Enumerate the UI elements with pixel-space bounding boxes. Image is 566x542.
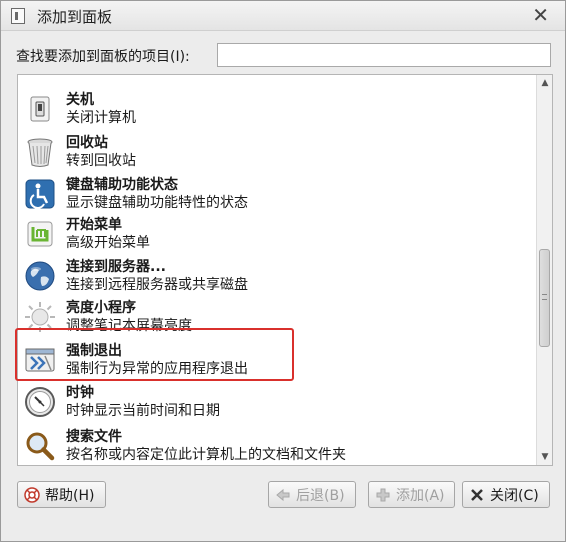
list-item-search-files[interactable]: 搜索文件 按名称或内容定位此计算机上的文档和文件夹 bbox=[18, 425, 536, 465]
add-plus-icon bbox=[376, 488, 390, 501]
search-label: 查找要添加到面板的项目(I): bbox=[16, 49, 190, 65]
item-name: 关机 bbox=[66, 92, 94, 108]
item-desc: 转到回收站 bbox=[66, 153, 136, 169]
item-name: 键盘辅助功能状态 bbox=[66, 177, 178, 193]
window-title: 添加到面板 bbox=[37, 8, 113, 26]
item-desc: 按名称或内容定位此计算机上的文档和文件夹 bbox=[66, 447, 346, 463]
item-desc: 强制行为异常的应用程序退出 bbox=[66, 361, 248, 377]
list-item-shutdown[interactable]: 关机 关闭计算机 bbox=[18, 88, 536, 130]
brightness-icon bbox=[25, 302, 55, 332]
item-name: 时钟 bbox=[66, 385, 94, 401]
list-scrollbar[interactable]: ▲ ▼ bbox=[536, 75, 552, 465]
help-button-label: 帮助(H) bbox=[45, 487, 95, 504]
close-x-icon bbox=[471, 488, 483, 501]
back-arrow-icon bbox=[276, 488, 290, 501]
window-icon bbox=[11, 8, 25, 24]
list-item-brightness-applet[interactable]: 亮度小程序 调整笔记本屏幕亮度 bbox=[18, 296, 536, 338]
item-desc: 连接到远程服务器或共享磁盘 bbox=[66, 277, 248, 293]
item-name: 开始菜单 bbox=[66, 217, 122, 233]
scroll-down-arrow-icon[interactable]: ▼ bbox=[540, 452, 550, 462]
add-button-label: 添加(A) bbox=[396, 487, 445, 504]
scroll-up-arrow-icon[interactable]: ▲ bbox=[540, 78, 550, 88]
help-button[interactable]: 帮助(H) bbox=[17, 481, 106, 508]
clock-icon bbox=[25, 387, 55, 417]
applet-list: 关机 关闭计算机 回收站 转到回收站 键盘辅助功能状态 显示键盘辅助功能特性的状… bbox=[18, 75, 536, 465]
item-desc: 关闭计算机 bbox=[66, 110, 136, 126]
search-input[interactable] bbox=[217, 43, 551, 67]
applet-list-frame: 关机 关闭计算机 回收站 转到回收站 键盘辅助功能状态 显示键盘辅助功能特性的状… bbox=[17, 74, 553, 466]
list-item-force-quit[interactable]: 强制退出 强制行为异常的应用程序退出 bbox=[18, 339, 536, 381]
item-name: 亮度小程序 bbox=[66, 300, 136, 316]
help-lifebuoy-icon bbox=[24, 486, 40, 503]
back-button[interactable]: 后退(B) bbox=[268, 481, 356, 508]
item-desc: 调整笔记本屏幕亮度 bbox=[66, 318, 192, 334]
list-item-keyboard-accessibility[interactable]: 键盘辅助功能状态 显示键盘辅助功能特性的状态 bbox=[18, 173, 536, 215]
item-name: 搜索文件 bbox=[66, 429, 122, 445]
back-button-label: 后退(B) bbox=[296, 487, 345, 504]
accessibility-icon bbox=[25, 179, 55, 209]
network-globe-icon bbox=[25, 261, 55, 291]
list-item-connect-to-server[interactable]: 连接到服务器... 连接到远程服务器或共享磁盘 bbox=[18, 255, 536, 297]
list-item-trash[interactable]: 回收站 转到回收站 bbox=[18, 131, 536, 173]
scrollbar-thumb[interactable] bbox=[539, 249, 550, 347]
trash-icon bbox=[27, 138, 53, 167]
search-icon bbox=[26, 432, 55, 461]
list-item-start-menu[interactable]: 开始菜单 高级开始菜单 bbox=[18, 213, 536, 255]
mint-menu-icon bbox=[27, 221, 53, 247]
item-name: 强制退出 bbox=[66, 343, 122, 359]
close-button-label: 关闭(C) bbox=[490, 487, 539, 504]
shutdown-icon bbox=[30, 96, 50, 122]
item-desc: 时钟显示当前时间和日期 bbox=[66, 403, 220, 419]
add-to-panel-dialog: 添加到面板 ✕ 查找要添加到面板的项目(I): 关机 关闭计算机 回收站 转到回… bbox=[0, 0, 566, 542]
close-button[interactable]: 关闭(C) bbox=[462, 481, 550, 508]
add-button[interactable]: 添加(A) bbox=[368, 481, 455, 508]
item-desc: 显示键盘辅助功能特性的状态 bbox=[66, 195, 248, 211]
item-desc: 高级开始菜单 bbox=[66, 235, 150, 251]
list-item-clock[interactable]: 时钟 时钟显示当前时间和日期 bbox=[18, 381, 536, 423]
grip-icon bbox=[542, 294, 547, 300]
item-name: 连接到服务器... bbox=[66, 259, 166, 275]
close-icon[interactable]: ✕ bbox=[532, 3, 549, 27]
item-name: 回收站 bbox=[66, 135, 108, 151]
title-bar: 添加到面板 ✕ bbox=[1, 1, 565, 31]
force-quit-icon bbox=[25, 348, 55, 372]
